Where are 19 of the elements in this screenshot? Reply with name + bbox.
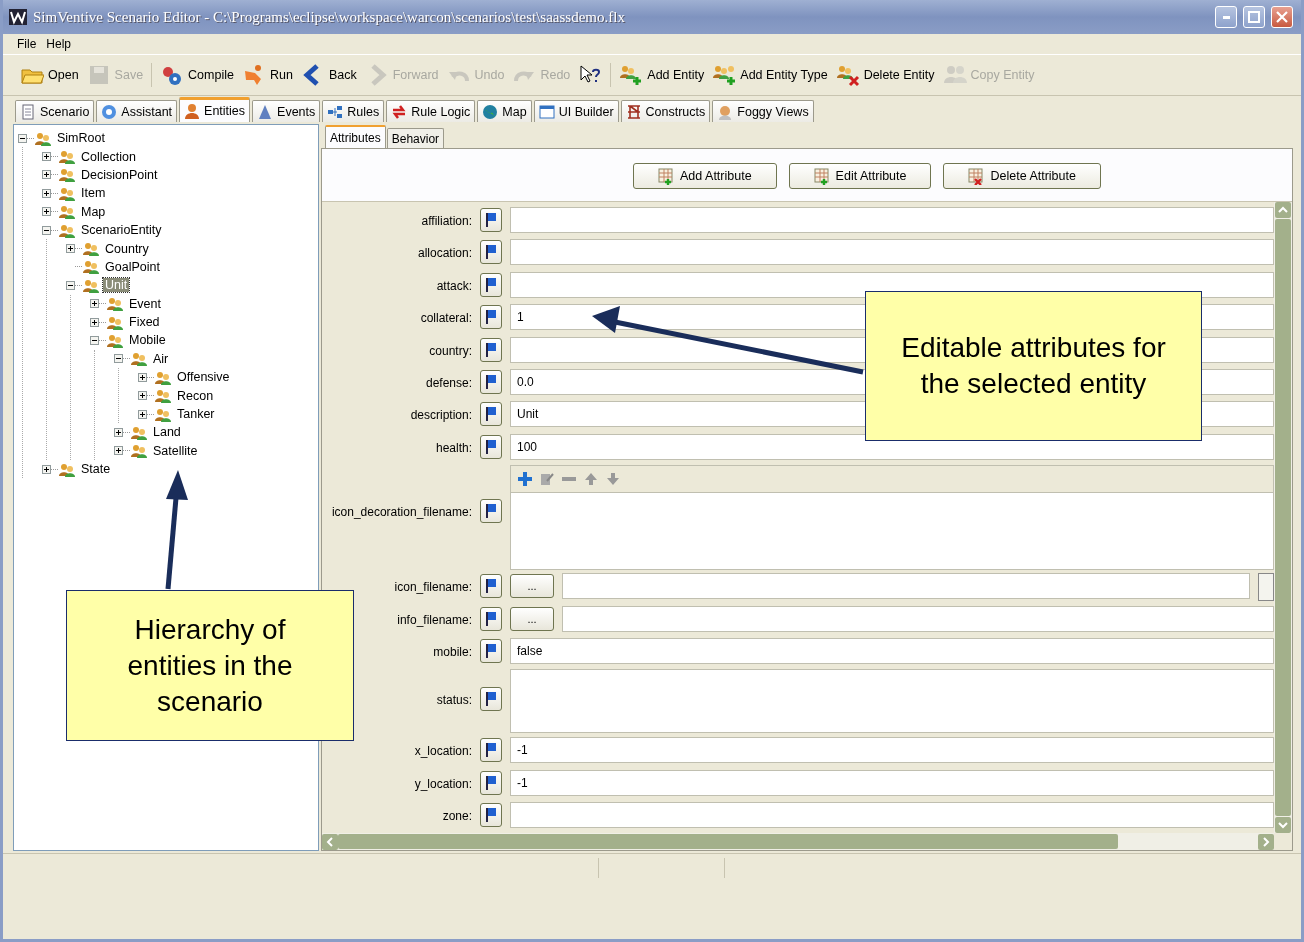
- attribute-label: attack:: [435, 277, 472, 293]
- attribute-label: zone:: [441, 808, 472, 824]
- attribute-label: info_filename:: [396, 611, 472, 627]
- attribute-label: defense:: [424, 374, 472, 390]
- attribute-label: affiliation:: [420, 213, 472, 228]
- attribute-label: collateral:: [419, 310, 472, 326]
- attribute-label: health:: [434, 439, 472, 455]
- attribute-label: country:: [428, 342, 472, 358]
- attribute-label: mobile:: [432, 643, 472, 659]
- attribute-label: description:: [409, 407, 472, 423]
- attribute-label: icon_filename:: [393, 579, 472, 595]
- attribute-label: status:: [435, 692, 472, 708]
- callout-text: Hierarchy of entities in the scenario: [126, 612, 294, 719]
- callout-text: Editable attributes for the selected entity: [900, 331, 1167, 401]
- attribute-label: y_location:: [413, 775, 472, 791]
- window-title: SimVentive Scenario Editor - C:\Programs\eclipse\workspace\warcon\scenarios\test\saassdemo.flx: [33, 8, 626, 26]
- attribute-label: icon_decoration_filename:: [330, 504, 472, 520]
- attribute-label: x_location:: [413, 743, 472, 759]
- attribute-label: allocation:: [416, 245, 472, 261]
